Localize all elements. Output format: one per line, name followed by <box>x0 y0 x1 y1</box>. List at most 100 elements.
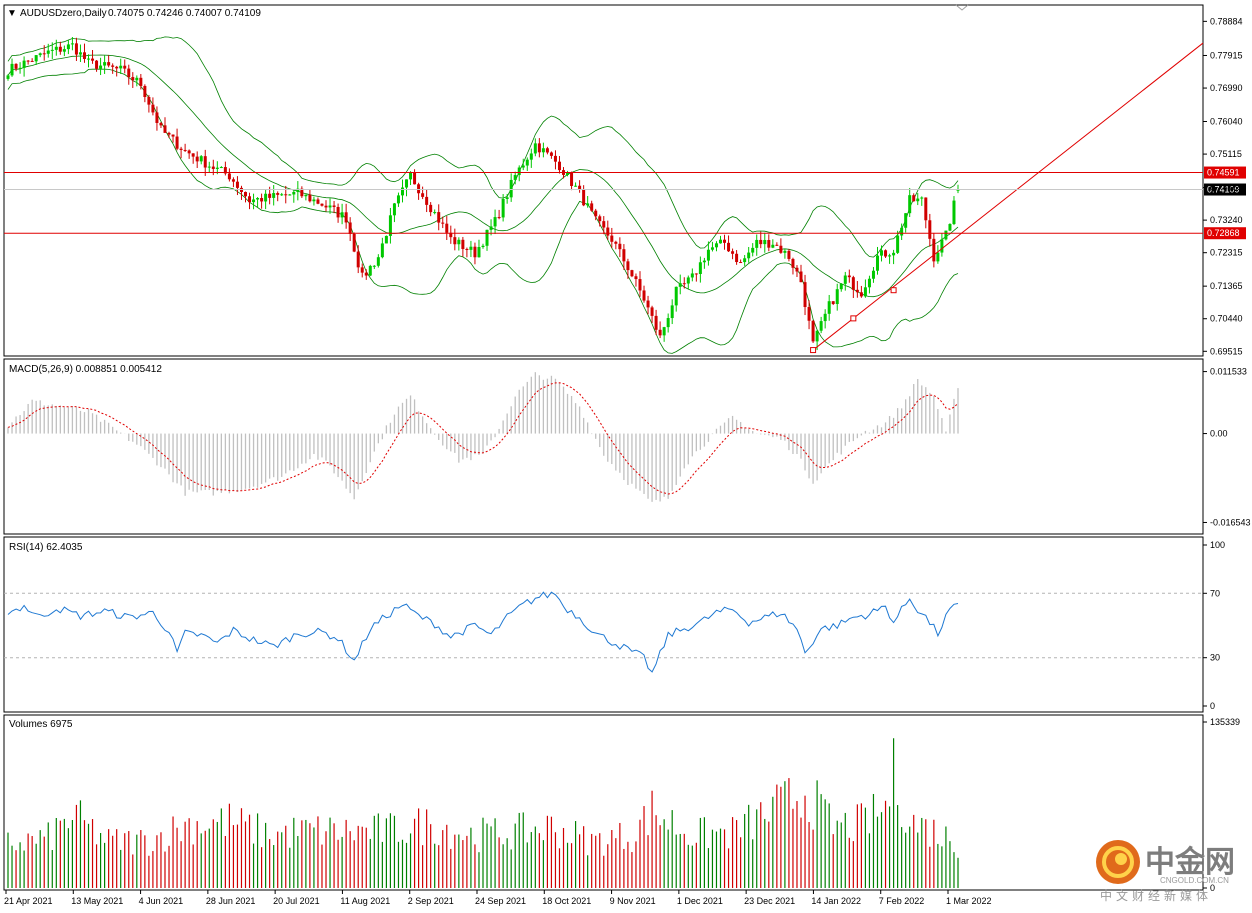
candle-body <box>702 260 706 263</box>
candle-body <box>743 258 747 263</box>
candle-body <box>908 195 912 214</box>
candle[interactable] <box>368 264 372 277</box>
candle-body <box>875 255 879 271</box>
candle-body <box>521 165 525 168</box>
candle-body <box>445 223 449 233</box>
candle-body <box>288 194 292 196</box>
candle-body <box>896 235 900 253</box>
candle[interactable] <box>811 320 815 343</box>
candle-body <box>248 196 252 203</box>
candle-body <box>372 265 376 267</box>
candle-body <box>91 58 95 61</box>
candle-body <box>425 196 429 205</box>
candle-body <box>787 250 791 259</box>
price-tick-label: 0.72315 <box>1210 248 1243 258</box>
rsi-tick-label: 70 <box>1210 588 1220 598</box>
rsi-tick-label: 100 <box>1210 540 1225 550</box>
candle-body <box>815 330 819 342</box>
candle-body <box>735 253 739 263</box>
time-tick-label: 28 Jun 2021 <box>206 896 256 906</box>
candle-body <box>328 205 332 208</box>
candle-body <box>859 292 863 297</box>
candle-body <box>167 132 171 135</box>
time-tick-label: 4 Jun 2021 <box>139 896 184 906</box>
candle-body <box>380 243 384 258</box>
candle-body <box>368 265 372 276</box>
candle-body <box>843 275 847 284</box>
trading-chart[interactable]: 0.745910.728680.741090.788840.779150.769… <box>0 0 1252 913</box>
candle-body <box>95 60 99 69</box>
candle-body <box>578 185 582 190</box>
candle-body <box>219 167 223 169</box>
candle-body <box>863 287 867 297</box>
candle-body <box>344 212 348 223</box>
candle-body <box>107 62 111 66</box>
candle-body <box>759 239 763 245</box>
candle-body <box>352 233 356 252</box>
candle-body <box>537 143 541 153</box>
candle-body <box>855 289 859 293</box>
candle-body <box>944 230 948 240</box>
candle[interactable] <box>944 230 948 241</box>
candle-body <box>936 252 940 262</box>
price-tick-label: 0.76040 <box>1210 117 1243 127</box>
price-tick-label: 0.74165 <box>1210 183 1243 193</box>
trendline-anchor-handle[interactable] <box>810 347 817 354</box>
candle-body <box>610 235 614 242</box>
candle-body <box>151 104 155 113</box>
candle-body <box>928 220 932 239</box>
candle-body <box>892 252 896 256</box>
candle-body <box>356 251 360 268</box>
candle-body <box>509 179 513 198</box>
candle-body <box>598 216 602 222</box>
candle-body <box>775 244 779 246</box>
candle-body <box>131 77 135 81</box>
time-tick-label: 9 Nov 2021 <box>610 896 656 906</box>
trendline-anchor-handle[interactable] <box>890 287 897 294</box>
candle-body <box>799 271 803 283</box>
candle[interactable] <box>948 223 952 232</box>
candle-body <box>501 198 505 218</box>
candle-body <box>642 290 646 301</box>
ohlc-readout: 0.74075 0.74246 0.74007 0.74109 <box>108 8 261 19</box>
candle-body <box>191 153 195 157</box>
symbol-dropdown-icon[interactable]: ▼ <box>7 8 17 19</box>
candle-body <box>570 172 574 186</box>
candle-body <box>409 172 413 180</box>
candle-body <box>731 251 735 254</box>
candle-body <box>473 246 477 258</box>
candle-body <box>171 134 175 137</box>
time-tick-label: 11 Aug 2021 <box>340 896 390 906</box>
candle-body <box>847 275 851 278</box>
candle-body <box>227 173 231 180</box>
candle-body <box>654 315 658 330</box>
candle[interactable] <box>384 235 388 244</box>
candle-body <box>429 204 433 213</box>
time-tick-label: 24 Sep 2021 <box>475 896 526 906</box>
candle-body <box>417 184 421 194</box>
candle-body <box>674 286 678 306</box>
candle[interactable] <box>352 232 356 253</box>
candle-body <box>574 185 578 187</box>
candle-body <box>650 307 654 316</box>
time-tick-label: 18 Oct 2021 <box>542 896 591 906</box>
candle-body <box>437 212 441 223</box>
candle-body <box>851 277 855 290</box>
candle-body <box>481 245 485 247</box>
candle[interactable] <box>630 269 634 278</box>
candle-body <box>50 49 54 51</box>
candle-body <box>549 152 553 156</box>
candle-body <box>529 153 533 160</box>
candle-body <box>586 203 590 206</box>
candle-body <box>682 283 686 285</box>
candle-body <box>924 197 928 221</box>
candle-body <box>292 191 296 195</box>
trendline-anchor-handle[interactable] <box>850 315 857 322</box>
candle-body <box>485 229 489 246</box>
candle-body <box>517 167 521 176</box>
candle-body <box>634 276 638 280</box>
candle-body <box>795 267 799 272</box>
candle-body <box>99 65 103 69</box>
candle-body <box>316 199 320 204</box>
candle-body <box>920 197 924 199</box>
